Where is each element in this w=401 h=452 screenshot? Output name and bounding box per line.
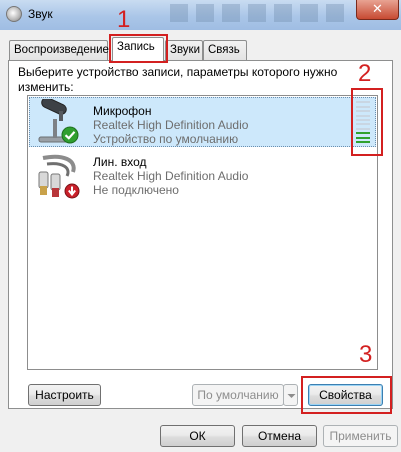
tab-recording[interactable]: Запись	[112, 37, 164, 61]
close-button[interactable]: ✕	[356, 0, 399, 20]
tab-sounds[interactable]: Звуки	[165, 40, 203, 60]
annotation-box-2	[351, 88, 383, 156]
speaker-icon	[6, 6, 22, 22]
tab-label: Связь	[208, 44, 240, 56]
annotation-number-2: 2	[358, 60, 372, 87]
not-connected-down-arrow-icon	[64, 183, 80, 199]
configure-button[interactable]: Настроить	[28, 384, 101, 406]
ok-button[interactable]: ОК	[160, 425, 235, 447]
tab-label: Запись	[117, 41, 155, 53]
annotation-box-3	[301, 376, 392, 414]
device-driver: Realtek High Definition Audio	[93, 118, 249, 132]
annotation-number-1: 1	[117, 6, 131, 33]
blurred-background-strip	[170, 4, 350, 22]
device-status: Не подключено	[93, 183, 179, 197]
device-driver: Realtek High Definition Audio	[93, 169, 249, 183]
cancel-button[interactable]: Отмена	[242, 425, 317, 447]
tab-communications[interactable]: Связь	[203, 40, 247, 60]
annotation-number-3: 3	[359, 341, 373, 368]
tab-playback[interactable]: Воспроизведение	[9, 40, 109, 60]
device-status: Устройство по умолчанию	[93, 132, 239, 146]
instruction-text: Выберите устройство записи, параметры ко…	[18, 65, 338, 94]
apply-button[interactable]: Применить	[323, 425, 398, 447]
device-name: Микрофон	[93, 104, 152, 118]
tab-label: Звуки	[170, 44, 201, 56]
set-default-dropdown-icon[interactable]	[283, 384, 298, 406]
device-name: Лин. вход	[93, 155, 147, 169]
set-default-button[interactable]: По умолчанию	[192, 384, 284, 406]
tab-label: Воспроизведение	[14, 44, 109, 56]
window-title: Звук	[28, 7, 53, 21]
default-check-icon	[61, 126, 79, 144]
